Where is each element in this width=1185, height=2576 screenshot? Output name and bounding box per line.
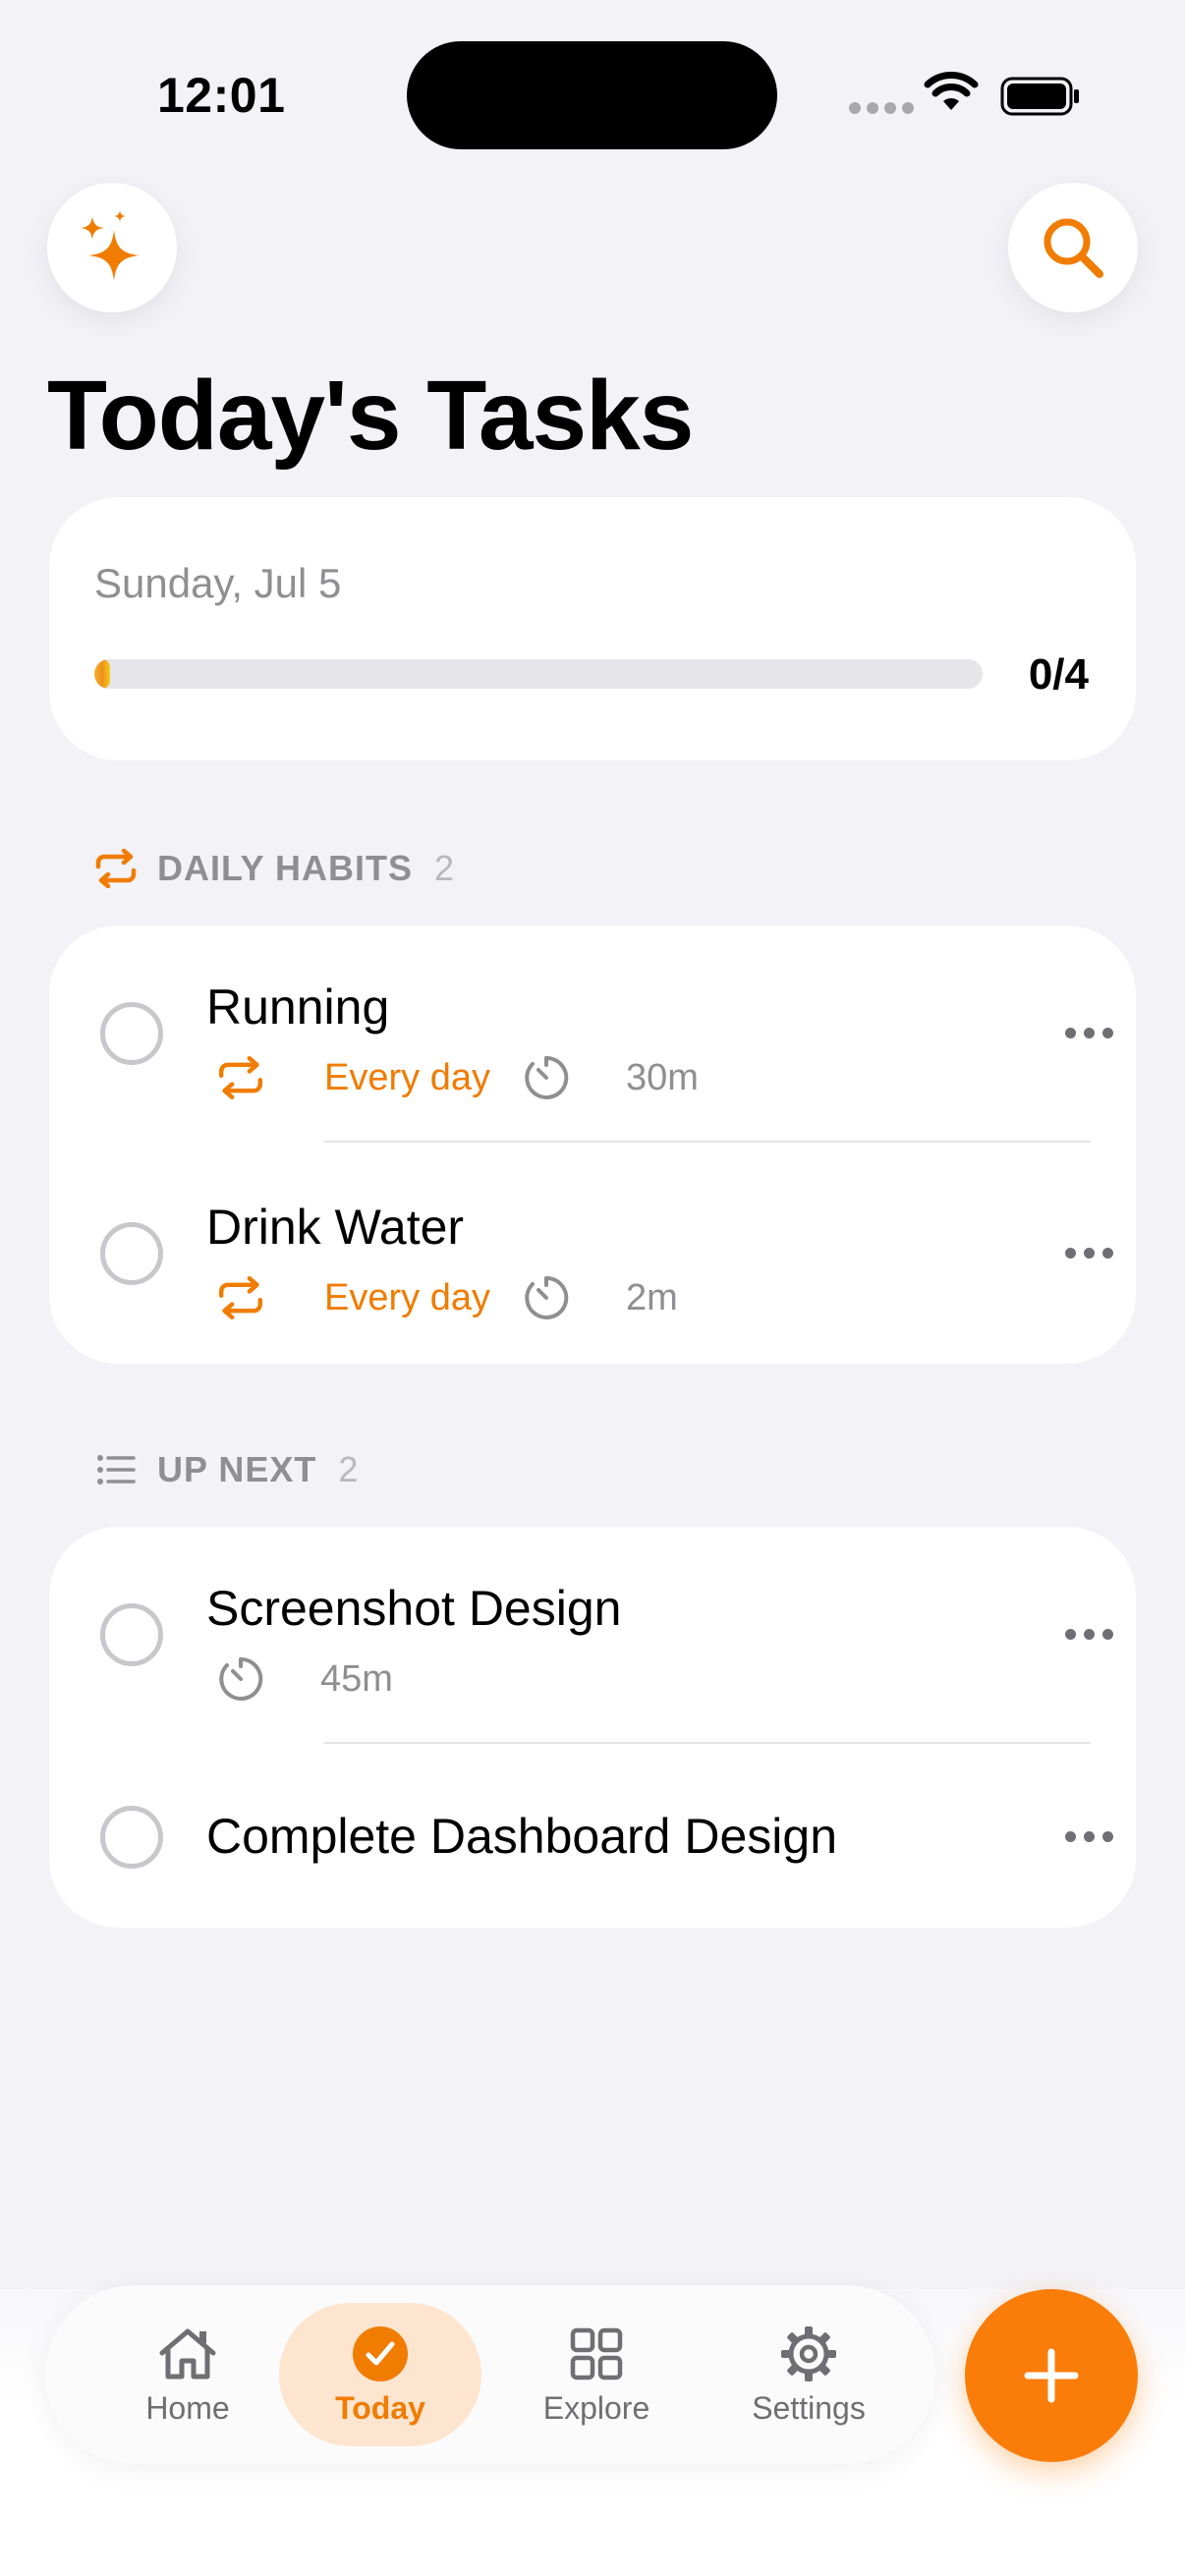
today-screen: 12:01 Today's Tasks Sunday, Jul 5 0/4 DA… <box>0 0 1185 2576</box>
task-title: Drink Water <box>206 1200 465 1255</box>
more-options-button[interactable] <box>1065 1248 1113 1259</box>
task-checkbox[interactable] <box>100 1603 163 1666</box>
repeat-label: Every day <box>324 1276 490 1318</box>
cellular-signal-icon <box>849 102 914 114</box>
tab-settings[interactable]: Settings <box>707 2303 910 2446</box>
duration-label: 30m <box>625 1056 699 1098</box>
tab-label: Settings <box>752 2389 866 2426</box>
status-time: 12:01 <box>157 68 286 123</box>
progress-count: 0/4 <box>1028 650 1089 699</box>
daily-progress-card: Sunday, Jul 5 0/4 <box>49 497 1136 760</box>
tab-today[interactable]: Today <box>279 2303 481 2446</box>
task-row[interactable]: Complete Dashboard Design <box>49 1745 1136 1928</box>
search-button[interactable] <box>1008 183 1138 312</box>
sparkles-icon <box>81 210 140 281</box>
more-options-button[interactable] <box>1065 1629 1113 1640</box>
tab-label: Today <box>335 2389 425 2426</box>
task-row[interactable]: Drink Water Every day 2m <box>49 1144 1136 1364</box>
task-title: Complete Dashboard Design <box>206 1809 838 1864</box>
repeat-icon <box>214 1276 267 1319</box>
section-count: 2 <box>338 1449 360 1489</box>
row-divider <box>324 1742 1091 1744</box>
tab-explore[interactable]: Explore <box>495 2303 698 2446</box>
more-options-button[interactable] <box>1065 1028 1113 1038</box>
add-task-button[interactable] <box>965 2289 1138 2462</box>
task-checkbox[interactable] <box>100 1806 163 1869</box>
ai-assistant-button[interactable] <box>47 183 177 312</box>
section-label: DAILY HABITS <box>157 848 414 888</box>
more-options-button[interactable] <box>1065 1831 1113 1842</box>
search-icon <box>1044 218 1103 278</box>
dynamic-island <box>407 41 777 149</box>
page-title: Today's Tasks <box>47 361 694 471</box>
up-next-header: UP NEXT 2 <box>94 1448 359 1491</box>
task-checkbox[interactable] <box>100 1002 163 1065</box>
date-label: Sunday, Jul 5 <box>94 560 342 606</box>
progress-bar <box>94 659 983 689</box>
tab-bar: Home Today Explore Settings <box>45 2285 935 2464</box>
tab-label: Home <box>145 2389 230 2426</box>
tab-label: Explore <box>542 2389 650 2426</box>
task-row[interactable]: Screenshot Design 45m <box>49 1527 1136 1745</box>
plus-icon <box>1024 2348 1079 2403</box>
task-title: Screenshot Design <box>206 1581 622 1636</box>
repeat-icon <box>214 1056 267 1099</box>
task-checkbox[interactable] <box>100 1222 163 1285</box>
section-count: 2 <box>434 848 456 888</box>
grid-icon <box>569 2324 624 2384</box>
timer-icon <box>520 1273 573 1322</box>
repeat-icon <box>94 847 138 890</box>
checkmark-circle-icon <box>352 2324 409 2384</box>
task-row[interactable]: Running Every day 30m <box>49 925 1136 1144</box>
tab-home[interactable]: Home <box>86 2303 289 2446</box>
section-label: UP NEXT <box>157 1449 317 1489</box>
duration-label: 2m <box>625 1276 678 1318</box>
gear-icon <box>779 2324 838 2384</box>
progress-bar-fill <box>94 659 110 689</box>
list-icon <box>94 1448 138 1491</box>
daily-habits-card: Running Every day 30m Drink Water Every … <box>49 925 1136 1364</box>
task-title: Running <box>206 980 390 1035</box>
row-divider <box>324 1141 1091 1143</box>
task-meta: Every day 30m <box>214 1053 699 1102</box>
daily-habits-header: DAILY HABITS 2 <box>94 847 455 890</box>
task-meta: 45m <box>214 1654 393 1704</box>
repeat-label: Every day <box>324 1056 490 1098</box>
timer-icon <box>520 1053 573 1102</box>
wifi-icon <box>924 72 979 110</box>
home-icon <box>156 2324 219 2384</box>
up-next-card: Screenshot Design 45m Complete Dashboard… <box>49 1527 1136 1928</box>
battery-icon <box>1000 77 1079 116</box>
duration-label: 45m <box>320 1657 393 1700</box>
task-meta: Every day 2m <box>214 1273 678 1322</box>
timer-icon <box>214 1654 267 1704</box>
